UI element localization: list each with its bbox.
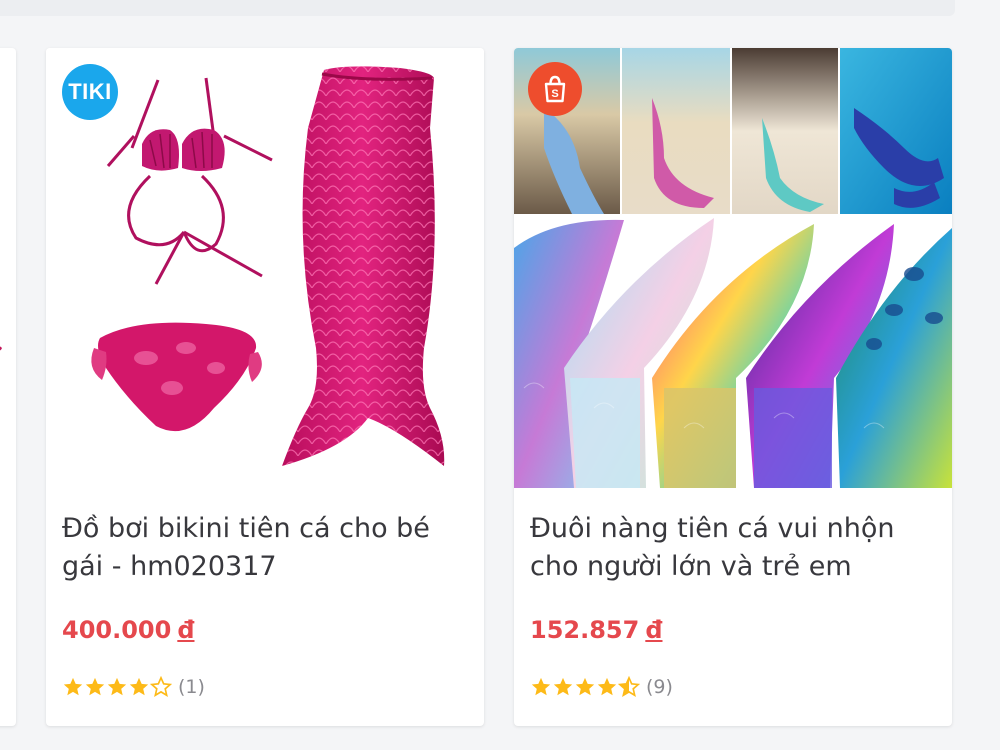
product-title[interactable]: Đuôi nàng tiên cá vui nhộn cho người lớn…	[530, 510, 930, 586]
product-card[interactable]: TIKI Đồ bơi bikini tiên cá cho bé gái - …	[46, 48, 484, 726]
shopee-bag-icon: S	[544, 75, 566, 103]
star-filled-icon	[85, 677, 105, 696]
svg-text:S: S	[551, 88, 558, 100]
product-rating: (1)	[62, 676, 205, 698]
product-image[interactable]: S	[514, 48, 952, 488]
price-value: 400.000	[62, 616, 172, 644]
product-card-partial[interactable]	[0, 48, 16, 726]
review-count: (1)	[178, 676, 205, 698]
top-bar	[0, 0, 955, 16]
star-filled-icon	[129, 677, 149, 696]
rating-stars	[62, 676, 172, 698]
star-filled-icon	[63, 677, 83, 696]
product-card[interactable]: S Đuôi nàng tiên cá vui nhộn cho người l…	[514, 48, 952, 726]
product-image[interactable]: TIKI	[46, 48, 484, 488]
tiki-badge: TIKI	[62, 64, 118, 120]
star-filled-icon	[531, 677, 551, 696]
price-value: 152.857	[530, 616, 640, 644]
product-rating: (9)	[530, 676, 673, 698]
star-filled-icon	[597, 677, 617, 696]
star-filled-icon	[107, 677, 127, 696]
star-filled-icon	[575, 677, 595, 696]
product-title[interactable]: Đồ bơi bikini tiên cá cho bé gái - hm020…	[62, 510, 462, 586]
product-price: 152.857 đ	[530, 616, 663, 644]
rating-stars	[530, 676, 640, 698]
currency-symbol: đ	[645, 616, 663, 644]
product-price: 400.000 đ	[62, 616, 195, 644]
star-empty-icon	[150, 676, 172, 697]
star-filled-icon	[553, 677, 573, 696]
product-image-partial	[0, 346, 2, 351]
star-half-icon	[618, 676, 640, 697]
shopee-badge: S	[528, 62, 582, 116]
currency-symbol: đ	[177, 616, 195, 644]
review-count: (9)	[646, 676, 673, 698]
